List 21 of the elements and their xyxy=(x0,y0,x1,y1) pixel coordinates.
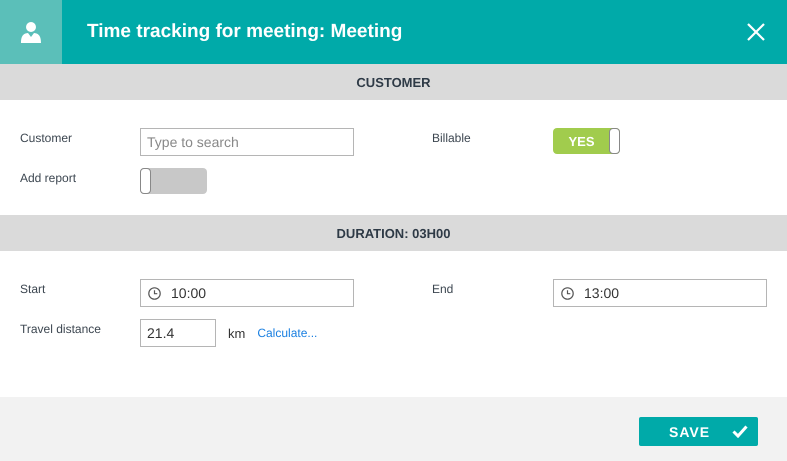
section-header: CUSTOMER xyxy=(0,64,787,100)
clock-icon xyxy=(148,286,161,300)
field-label: Start xyxy=(19,281,46,298)
window-title: Time tracking for meeting: Meeting xyxy=(87,21,404,43)
section-header: DURATION: 03H00 xyxy=(0,215,787,251)
close-button[interactable] xyxy=(747,23,765,41)
field-label: Travel distance xyxy=(19,321,102,338)
check-icon xyxy=(732,425,748,438)
search-field[interactable]: Type to search xyxy=(140,128,354,156)
field-label: Add report xyxy=(19,170,78,187)
time-field[interactable]: 13:00 xyxy=(553,279,767,307)
person-icon xyxy=(20,21,42,43)
field-label: Customer xyxy=(19,130,74,147)
time-field[interactable]: 10:00 xyxy=(140,279,354,307)
distance-field[interactable]: 21.4 xyxy=(140,319,216,347)
field-label: Billable xyxy=(432,130,472,147)
field-label: End xyxy=(432,281,454,298)
toggle-switch[interactable] xyxy=(140,168,207,194)
clock-icon xyxy=(561,286,574,300)
unit-label: km xyxy=(228,326,246,340)
calculate-link[interactable]: Calculate... xyxy=(257,326,318,340)
